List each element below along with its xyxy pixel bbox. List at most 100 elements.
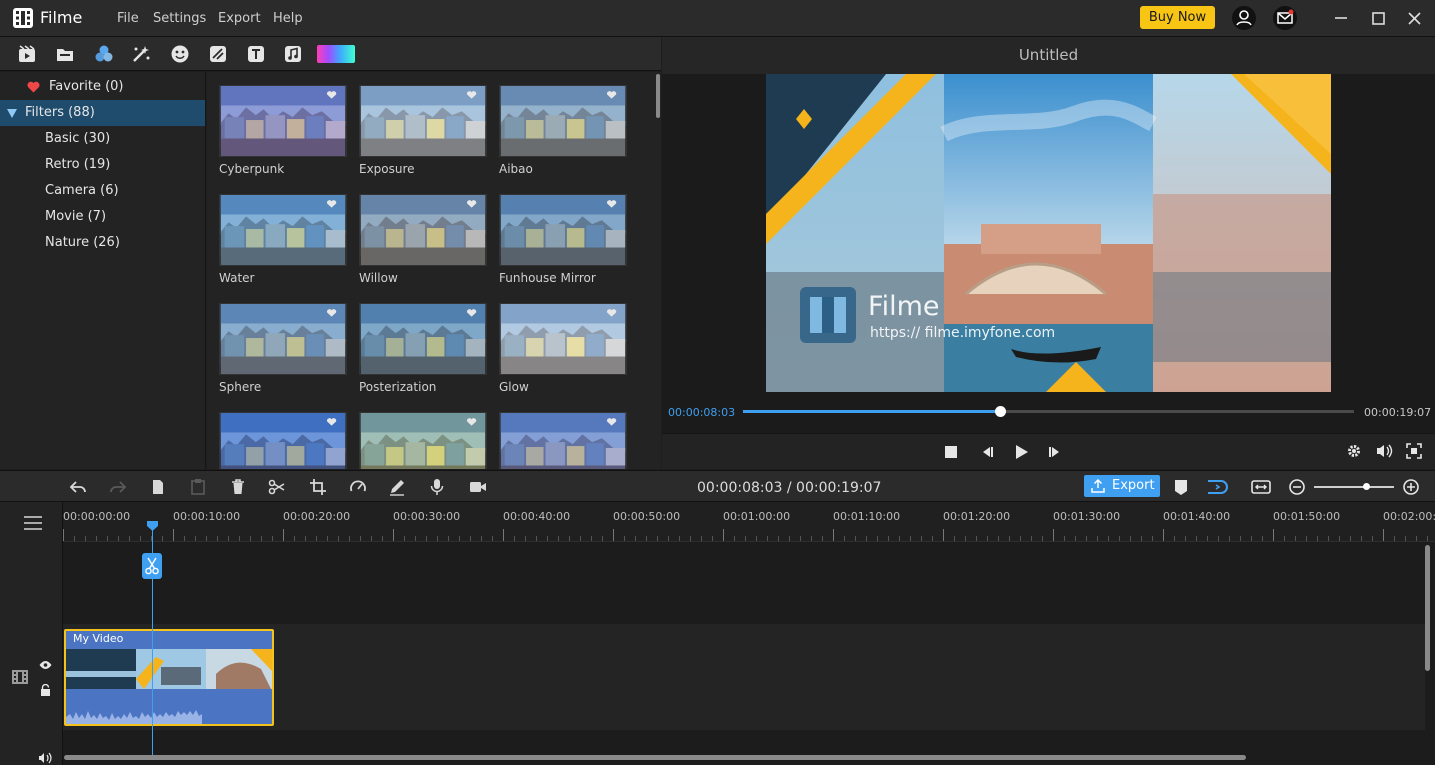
filter-card[interactable] (499, 412, 627, 469)
filter-card[interactable]: Exposure (359, 85, 487, 185)
color-gradient-icon[interactable] (317, 45, 355, 63)
eye-visibility-icon[interactable] (39, 660, 52, 670)
buy-now-button[interactable]: Buy Now (1140, 6, 1215, 29)
ruler-tick (1141, 536, 1142, 541)
transition-icon[interactable] (208, 44, 228, 64)
play-icon[interactable] (1012, 443, 1030, 461)
folder-icon[interactable] (55, 44, 75, 64)
user-icon (1236, 10, 1252, 26)
filter-card[interactable]: Sphere (219, 303, 347, 403)
menu-help[interactable]: Help (273, 11, 303, 26)
playhead-split-marker[interactable] (142, 553, 162, 579)
zoom-slider-handle[interactable] (1363, 483, 1370, 490)
ruler-tick (690, 536, 691, 541)
ruler-tick (1152, 536, 1153, 541)
menu-export[interactable]: Export (218, 11, 261, 26)
zoom-slider[interactable] (1314, 486, 1394, 488)
ruler-tick (1427, 536, 1428, 541)
lock-icon[interactable] (40, 684, 51, 696)
split-scissors-icon[interactable] (268, 478, 286, 496)
undo-icon[interactable] (69, 478, 87, 496)
grid-scrollbar[interactable] (656, 74, 660, 118)
media-icon[interactable] (17, 44, 37, 64)
microphone-icon[interactable] (428, 478, 446, 496)
ruler-tick (1053, 529, 1054, 541)
filter-card[interactable]: Posterization (359, 303, 487, 403)
settings-gear-icon[interactable] (1346, 443, 1362, 459)
paste-icon[interactable] (189, 478, 207, 496)
ruler-label: 00:00:20:00 (283, 510, 351, 523)
audio-track-volume-icon[interactable] (38, 752, 52, 764)
timeline-horizontal-scrollbar[interactable] (64, 755, 1246, 760)
menu-file[interactable]: File (117, 11, 139, 26)
crop-icon[interactable] (309, 478, 327, 496)
ruler-tick (789, 536, 790, 541)
filter-card[interactable]: Glow (499, 303, 627, 403)
account-button[interactable] (1232, 6, 1256, 30)
music-icon[interactable] (283, 44, 303, 64)
filter-card[interactable]: Aibao (499, 85, 627, 185)
sticker-icon[interactable] (170, 44, 190, 64)
zoom-out-icon[interactable] (1288, 478, 1306, 496)
ruler-tick (305, 536, 306, 541)
timeline-vertical-scrollbar[interactable] (1425, 545, 1430, 671)
ruler-tick (1108, 536, 1109, 541)
category-basic[interactable]: Basic (30) (0, 126, 205, 152)
filter-thumbnail (219, 412, 347, 469)
copy-icon[interactable] (149, 478, 167, 496)
filter-card[interactable]: Willow (359, 194, 487, 294)
zoom-in-icon[interactable] (1402, 478, 1420, 496)
ruler-tick (272, 536, 273, 541)
category-movie[interactable]: Movie (7) (0, 204, 205, 230)
ruler-tick (767, 536, 768, 541)
filter-card[interactable] (359, 412, 487, 469)
close-icon[interactable] (1402, 6, 1426, 30)
filter-card[interactable]: Funhouse Mirror (499, 194, 627, 294)
filters-icon[interactable] (94, 44, 114, 64)
filter-card[interactable]: Cyberpunk (219, 85, 347, 185)
app-name: Filme (40, 8, 83, 27)
filter-thumbnail (219, 194, 347, 266)
category-retro[interactable]: Retro (19) (0, 152, 205, 178)
speed-icon[interactable] (349, 478, 367, 496)
menu-settings[interactable]: Settings (153, 11, 206, 26)
filter-card[interactable] (219, 412, 347, 469)
volume-icon[interactable] (1375, 443, 1393, 459)
seek-handle[interactable] (995, 406, 1006, 417)
ruler-tick (723, 529, 724, 541)
menu-hamburger-icon[interactable] (24, 516, 42, 530)
export-button[interactable]: Export (1084, 475, 1160, 497)
filter-thumbnail (499, 412, 627, 469)
text-icon[interactable] (246, 44, 266, 64)
clip-label: My Video (73, 632, 124, 645)
previous-frame-icon[interactable] (979, 444, 995, 460)
fullscreen-icon[interactable] (1406, 443, 1422, 459)
delete-icon[interactable] (229, 478, 247, 496)
empty-track[interactable] (63, 542, 1425, 622)
category-camera[interactable]: Camera (6) (0, 178, 205, 204)
category-filters[interactable]: Filters (88) (0, 100, 205, 126)
playhead-handle[interactable] (147, 521, 158, 531)
effects-icon[interactable] (131, 44, 151, 64)
current-time: 00:00:08:03 (668, 406, 736, 419)
redo-icon[interactable] (109, 478, 127, 496)
messages-button[interactable] (1273, 6, 1297, 30)
filter-card[interactable]: Water (219, 194, 347, 294)
next-frame-icon[interactable] (1047, 444, 1063, 460)
marker-icon[interactable] (1172, 478, 1190, 496)
ruler-tick (140, 536, 141, 541)
preview-video-frame[interactable]: Filme https:// filme.imyfone.com (766, 74, 1331, 392)
maximize-icon[interactable] (1366, 6, 1390, 30)
category-favorite[interactable]: Favorite (0) (0, 74, 205, 100)
minimize-icon[interactable] (1329, 6, 1353, 30)
edit-pencil-icon[interactable] (388, 478, 406, 496)
stop-icon[interactable] (944, 445, 958, 459)
mail-icon (1277, 9, 1294, 24)
snap-magnet-icon[interactable] (1206, 478, 1228, 496)
ruler-tick (932, 536, 933, 541)
ruler-tick (173, 529, 174, 541)
filter-thumbnail (359, 303, 487, 375)
fit-timeline-icon[interactable] (1251, 478, 1271, 496)
camera-record-icon[interactable] (469, 478, 487, 496)
category-nature[interactable]: Nature (26) (0, 230, 205, 256)
